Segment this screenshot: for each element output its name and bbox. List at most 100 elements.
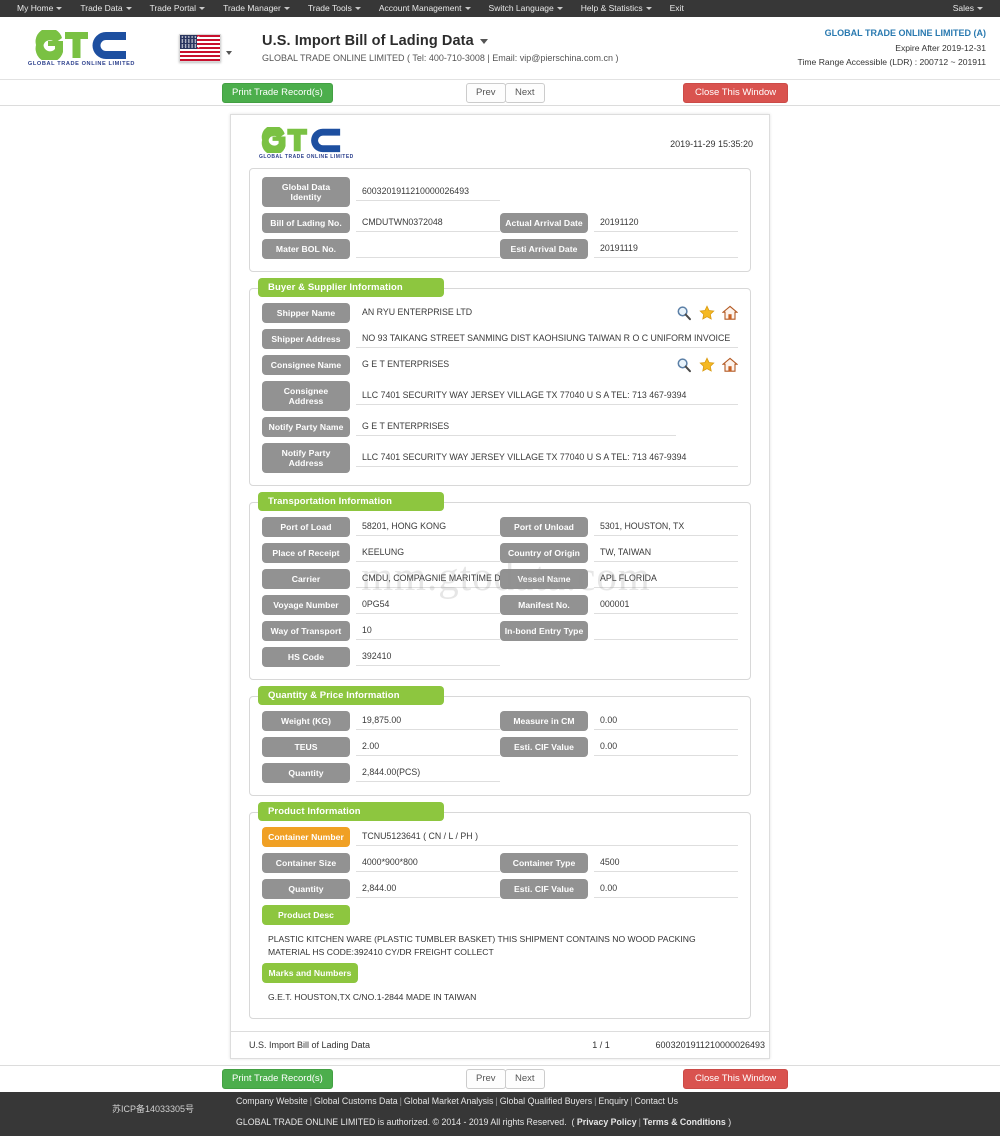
- next-button[interactable]: Next: [505, 83, 545, 103]
- prev-button[interactable]: Prev: [466, 83, 506, 103]
- site-logo[interactable]: GLOBAL TRADE ONLINE LIMITED: [14, 27, 149, 67]
- bill-of-lading-label: Bill of Lading No.: [262, 213, 350, 233]
- global-data-identity-value: 6003201911210000026493: [356, 184, 500, 201]
- country-of-origin-value: TW, TAIWAN: [594, 545, 738, 562]
- nav-item-my-home[interactable]: My Home: [8, 0, 71, 17]
- nav-item-trade-data[interactable]: Trade Data: [71, 0, 140, 17]
- page-footer: 苏ICP备14033305号 Company Website | Global Cu…: [0, 1092, 1000, 1136]
- inbond-entry-type-value: [594, 623, 738, 640]
- chevron-down-icon[interactable]: [479, 38, 488, 44]
- document-gto-logo-icon: [259, 125, 345, 156]
- page-subtitle: GLOBAL TRADE ONLINE LIMITED ( Tel: 400-7…: [262, 53, 619, 63]
- esti-arrival-date-label: Esti Arrival Date: [500, 239, 588, 259]
- notify-party-address-label: Notify Party Address: [262, 443, 350, 473]
- nav-item-account-management[interactable]: Account Management: [370, 0, 480, 17]
- measure-in-cm-label: Measure in CM: [500, 711, 588, 731]
- row-notify-party-address: Notify Party Address LLC 7401 SECURITY W…: [262, 443, 738, 473]
- chevron-down-icon: [56, 7, 63, 11]
- nav-item-switch-language[interactable]: Switch Language: [480, 0, 572, 17]
- toolbar-bottom: Print Trade Record(s) Prev Next Close Th…: [0, 1065, 1000, 1092]
- footer-link-global-customs-data[interactable]: Global Customs Data: [314, 1096, 398, 1106]
- port-of-unload-label: Port of Unload: [500, 517, 588, 537]
- site-header: GLOBAL TRADE ONLINE LIMITED ★★★★★★ ★★★★★ ★…: [0, 17, 1000, 80]
- document-paper: mm.gtodata.com GLOBAL TRADE ONLINE LIMIT…: [230, 114, 770, 1059]
- logo-tagline: GLOBAL TRADE ONLINE LIMITED: [27, 60, 136, 67]
- footer-link-global-qualified-buyers[interactable]: Global Qualified Buyers: [500, 1096, 592, 1106]
- identity-panel: Global Data Identity 6003201911210000026…: [249, 168, 751, 272]
- footer-link-privacy-policy[interactable]: Privacy Policy: [577, 1117, 637, 1127]
- footer-link-enquiry[interactable]: Enquiry: [598, 1096, 628, 1106]
- account-info: GLOBAL TRADE ONLINE LIMITED (A) Expire A…: [798, 26, 986, 70]
- row-teus: TEUS 2.00 Esti. CIF Value 0.00: [262, 737, 738, 757]
- nav-label: Trade Manager: [223, 3, 281, 13]
- product-cif-value: 0.00: [594, 881, 738, 898]
- row-container-number: Container Number TCNU5123641 ( CN / L / …: [262, 827, 738, 847]
- footer-copyright: GLOBAL TRADE ONLINE LIMITED is authorize…: [236, 1117, 731, 1127]
- footer-link-global-market-analysis[interactable]: Global Market Analysis: [404, 1096, 493, 1106]
- document-header: GLOBAL TRADE ONLINE LIMITED 2019-11-29 1…: [241, 125, 759, 166]
- print-trade-records-button[interactable]: Print Trade Record(s): [222, 83, 333, 103]
- footer-link-contact-us[interactable]: Contact Us: [635, 1096, 679, 1106]
- home-icon[interactable]: [722, 357, 738, 373]
- document-footer-page: 1 / 1: [592, 1040, 610, 1050]
- actual-arrival-date-value: 20191120: [594, 215, 738, 232]
- row-consignee-name: Consignee Name G E T ENTERPRISES: [262, 355, 738, 375]
- nav-label: Account Management: [378, 3, 462, 13]
- next-button-bottom[interactable]: Next: [505, 1069, 545, 1089]
- esti-cif-value-label: Esti. CIF Value: [500, 737, 588, 757]
- hs-code-label: HS Code: [262, 647, 350, 667]
- vessel-name-label: Vessel Name: [500, 569, 588, 589]
- paren-close: ): [725, 1117, 732, 1127]
- nav-label: Sales: [952, 3, 974, 13]
- row-port-of-load: Port of Load 58201, HONG KONG Port of Un…: [262, 517, 738, 537]
- footer-link-company-website[interactable]: Company Website: [236, 1096, 308, 1106]
- star-icon[interactable]: [699, 357, 715, 373]
- bill-of-lading-value: CMDUTWN0372048: [356, 215, 500, 232]
- account-name[interactable]: GLOBAL TRADE ONLINE LIMITED (A): [798, 26, 986, 41]
- row-shipper-address: Shipper Address NO 93 TAIKANG STREET SAN…: [262, 329, 738, 349]
- footer-link-terms-conditions[interactable]: Terms & Conditions: [643, 1117, 726, 1127]
- teus-label: TEUS: [262, 737, 350, 757]
- carrier-value: CMDU, COMPAGNIE MARITIME DAF: [356, 571, 500, 588]
- container-number-label: Container Number: [262, 827, 350, 847]
- chevron-down-icon: [556, 7, 563, 11]
- home-icon[interactable]: [722, 305, 738, 321]
- nav-item-help-statistics[interactable]: Help & Statistics: [572, 0, 661, 17]
- buyer-supplier-panel: Buyer & Supplier Information Shipper Nam…: [249, 278, 751, 486]
- document-area: mm.gtodata.com GLOBAL TRADE ONLINE LIMIT…: [0, 106, 1000, 1065]
- document-logo-tagline: GLOBAL TRADE ONLINE LIMITED: [259, 154, 354, 160]
- nav-item-sales[interactable]: Sales: [944, 0, 992, 17]
- star-icon[interactable]: [699, 305, 715, 321]
- shipper-name-value: AN RYU ENTERPRISE LTD: [362, 306, 473, 317]
- gto-logo-icon: [34, 27, 130, 62]
- search-icon[interactable]: [676, 357, 692, 373]
- container-size-label: Container Size: [262, 853, 350, 873]
- search-icon[interactable]: [676, 305, 692, 321]
- voyage-number-label: Voyage Number: [262, 595, 350, 615]
- nav-label: Trade Tools: [307, 3, 352, 13]
- master-bol-label: Mater BOL No.: [262, 239, 350, 259]
- shipper-address-label: Shipper Address: [262, 329, 350, 349]
- row-master-bol: Mater BOL No. Esti Arrival Date 20191119: [262, 239, 738, 259]
- shipper-name-label: Shipper Name: [262, 303, 350, 323]
- chevron-down-icon: [226, 50, 232, 55]
- print-trade-records-button-bottom[interactable]: Print Trade Record(s): [222, 1069, 333, 1089]
- page-title-block: U.S. Import Bill of Lading Data GLOBAL T…: [262, 33, 618, 63]
- prev-button-bottom[interactable]: Prev: [466, 1069, 506, 1089]
- nav-item-trade-tools[interactable]: Trade Tools: [299, 0, 370, 17]
- place-of-receipt-label: Place of Receipt: [262, 543, 350, 563]
- consignee-name-value: G E T ENTERPRISES: [362, 358, 450, 369]
- row-shipper-name: Shipper Name AN RYU ENTERPRISE LTD: [262, 303, 738, 323]
- transportation-title: Transportation Information: [258, 492, 444, 511]
- row-product-desc-label: Product Desc: [262, 905, 738, 925]
- close-window-button-bottom[interactable]: Close This Window: [683, 1069, 789, 1089]
- nav-item-trade-portal[interactable]: Trade Portal: [141, 0, 214, 17]
- country-selector[interactable]: ★★★★★★ ★★★★★ ★★★★★★ ★★★★★ ★★★★★★: [179, 34, 232, 62]
- container-size-value: 4000*900*800: [356, 855, 500, 872]
- nav-item-trade-manager[interactable]: Trade Manager: [214, 0, 299, 17]
- product-quantity-label: Quantity: [262, 879, 350, 899]
- close-window-button[interactable]: Close This Window: [683, 83, 789, 103]
- row-notify-party-name: Notify Party Name G E T ENTERPRISES: [262, 417, 738, 437]
- row-product-quantity: Quantity 2,844.00 Esti. CIF Value 0.00: [262, 879, 738, 899]
- nav-item-exit[interactable]: Exit: [661, 0, 693, 17]
